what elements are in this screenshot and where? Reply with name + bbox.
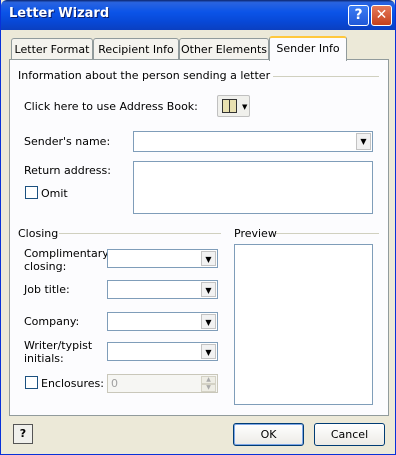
company-label: Company: — [24, 315, 80, 328]
omit-checkbox[interactable] — [25, 186, 38, 199]
writer-typist-initials-combobox[interactable]: ▼ — [107, 342, 218, 361]
title-bar[interactable]: Letter Wizard ? ✕ — [1, 0, 395, 30]
closing-divider — [59, 233, 221, 234]
ok-button[interactable]: OK — [233, 423, 304, 446]
tab-sender-info[interactable]: Sender Info — [269, 36, 347, 61]
spin-up-icon[interactable]: ▲ — [201, 376, 216, 384]
job-title-combobox[interactable]: ▼ — [107, 280, 218, 299]
return-address-label: Return address: — [24, 164, 111, 177]
complimentary-closing-label: Complimentary closing: — [24, 247, 109, 273]
chevron-down-icon[interactable]: ▼ — [201, 282, 216, 297]
closing-heading: Closing — [18, 227, 59, 240]
enclosures-value: 0 — [111, 377, 118, 390]
spin-down-icon[interactable]: ▼ — [201, 384, 216, 392]
letter-wizard-dialog: Letter Wizard ? ✕ Letter Format Recipien… — [0, 0, 396, 455]
sender-section-heading: Information about the person sending a l… — [18, 69, 271, 82]
chevron-down-icon[interactable]: ▼ — [201, 251, 216, 266]
help-question-icon[interactable]: ? — [13, 424, 33, 444]
preview-box — [234, 244, 373, 405]
chevron-down-icon[interactable]: ▼ — [201, 344, 216, 359]
senders-name-label: Sender's name: — [24, 135, 111, 148]
tab-recipient-info[interactable]: Recipient Info — [93, 38, 179, 60]
preview-heading: Preview — [234, 227, 277, 240]
tab-strip: Letter Format Recipient Info Other Eleme… — [9, 36, 389, 61]
section-divider — [273, 76, 379, 77]
writer-typist-initials-label: Writer/typist initials: — [24, 339, 93, 365]
cancel-button[interactable]: Cancel — [314, 423, 385, 446]
complimentary-closing-combobox[interactable]: ▼ — [107, 249, 218, 268]
chevron-down-icon[interactable]: ▼ — [201, 314, 216, 329]
company-combobox[interactable]: ▼ — [107, 312, 218, 331]
close-button[interactable]: ✕ — [371, 5, 392, 26]
address-book-icon — [222, 99, 237, 113]
enclosures-checkbox[interactable] — [25, 376, 38, 389]
address-book-button[interactable]: ▼ — [217, 95, 250, 117]
chevron-down-icon[interactable]: ▼ — [356, 133, 371, 150]
title-help-button[interactable]: ? — [348, 5, 369, 26]
enclosures-label: Enclosures: — [41, 377, 104, 390]
tab-other-elements[interactable]: Other Elements — [179, 38, 269, 60]
senders-name-combobox[interactable]: ▼ — [133, 131, 373, 152]
address-book-label: Click here to use Address Book: — [24, 100, 198, 113]
omit-label: Omit — [41, 187, 68, 200]
window-title: Letter Wizard — [9, 6, 110, 21]
dropdown-arrow-icon: ▼ — [242, 103, 248, 111]
return-address-textarea[interactable] — [133, 161, 373, 214]
enclosures-spinner[interactable]: 0 ▲ ▼ — [107, 374, 218, 393]
tab-letter-format[interactable]: Letter Format — [11, 38, 93, 60]
job-title-label: Job title: — [24, 283, 70, 296]
preview-divider — [276, 233, 379, 234]
